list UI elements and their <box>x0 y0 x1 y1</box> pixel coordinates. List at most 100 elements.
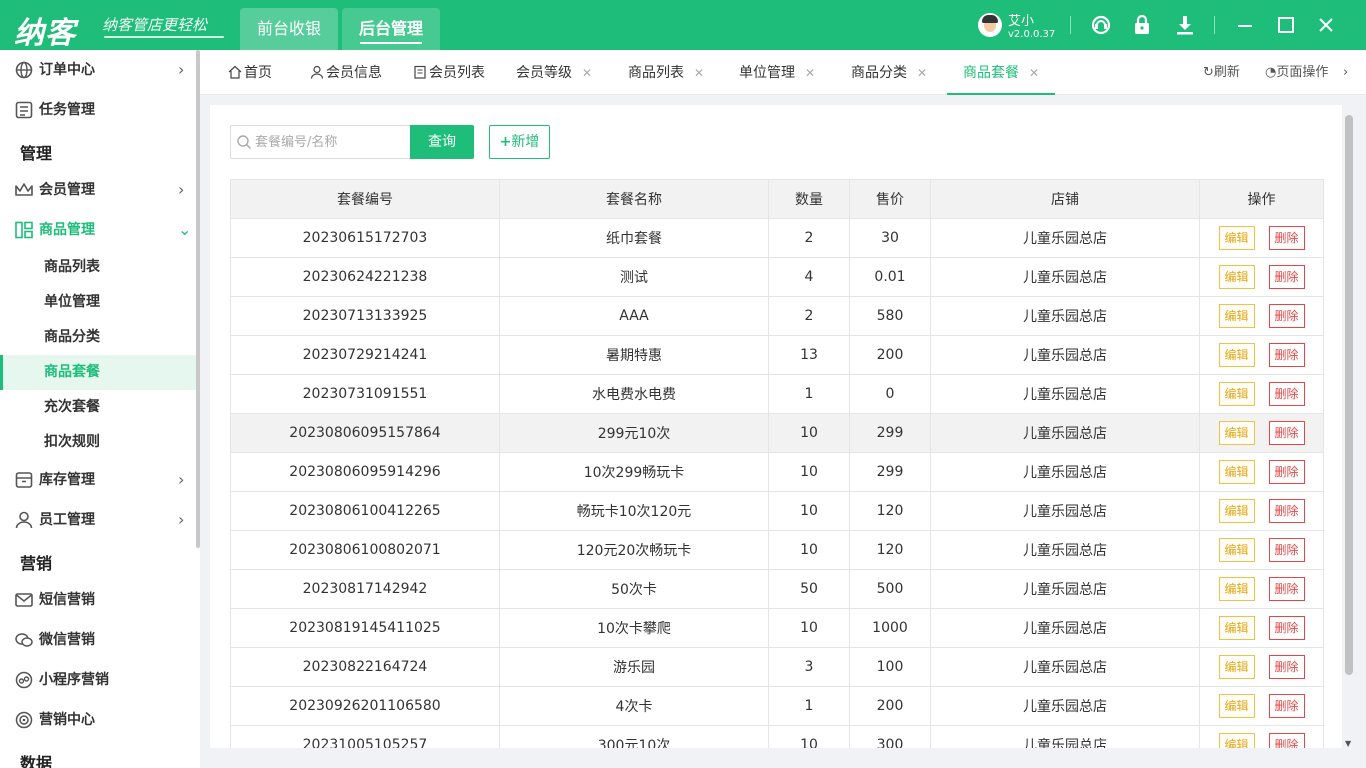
table-row[interactable]: 20230819145411025 10次卡攀爬 10 1000 儿童乐园总店 编辑 删除 <box>230 608 1324 648</box>
column-header[interactable]: 套餐名称 <box>499 179 769 219</box>
query-button[interactable]: 查询 <box>410 125 474 159</box>
delete-button[interactable]: 删除 <box>1268 538 1305 562</box>
scroll-down-icon[interactable]: ▼ <box>1345 739 1351 748</box>
store-cell: 儿童乐园总店 <box>930 413 1200 453</box>
tab-units[interactable]: 单位管理 ✕ <box>739 50 815 94</box>
delete-button[interactable]: 删除 <box>1268 577 1305 601</box>
edit-button[interactable]: 编辑 <box>1218 226 1255 250</box>
add-button[interactable]: +新增 <box>489 125 550 159</box>
edit-button[interactable]: 编辑 <box>1218 655 1255 679</box>
table-row[interactable]: 20230806100802071 120元20次畅玩卡 10 120 儿童乐园总店 编辑… <box>230 530 1324 570</box>
maximize-icon[interactable] <box>1275 14 1297 36</box>
column-header[interactable]: 套餐编号 <box>230 179 500 219</box>
sidebar-subitem-units[interactable]: 单位管理 <box>0 285 196 320</box>
tab-member-list[interactable]: 会员列表 <box>413 50 485 94</box>
sidebar-item-marketing-center[interactable]: 营销中心 <box>0 700 196 740</box>
sidebar-item-goods[interactable]: 商品管理 ⌄ <box>0 210 196 250</box>
table-row[interactable]: 20230817142942 50次卡 50 500 儿童乐园总店 编辑 删除 <box>230 569 1324 609</box>
sidebar-subitem-deduct-rules[interactable]: 扣次规则 <box>0 425 196 460</box>
home-icon <box>228 65 242 79</box>
scroll-tabs-right-icon[interactable]: › <box>1343 50 1348 94</box>
edit-button[interactable]: 编辑 <box>1218 460 1255 484</box>
sidebar-item-staff[interactable]: 员工管理 › <box>0 500 196 540</box>
delete-button[interactable]: 删除 <box>1268 304 1305 328</box>
sidebar-item-inventory[interactable]: 库存管理 › <box>0 460 196 500</box>
sidebar-item-wechat[interactable]: 微信营销 <box>0 620 196 660</box>
sidebar-subitem-packages[interactable]: 商品套餐 <box>0 355 196 390</box>
delete-button[interactable]: 删除 <box>1268 460 1305 484</box>
edit-button[interactable]: 编辑 <box>1218 304 1255 328</box>
sidebar-subitem-goods-list[interactable]: 商品列表 <box>0 250 196 285</box>
service-icon[interactable] <box>1090 14 1112 36</box>
delete-button[interactable]: 删除 <box>1268 382 1305 406</box>
tab-home[interactable]: 首页 <box>228 50 272 94</box>
table-row[interactable]: 20230806100412265 畅玩卡10次120元 10 120 儿童乐园总店 编辑… <box>230 491 1324 531</box>
search-input[interactable] <box>255 126 405 158</box>
page-ops-button[interactable]: ◔页面操作 <box>1265 50 1328 94</box>
tab-goods-list[interactable]: 商品列表 ✕ <box>628 50 704 94</box>
close-icon[interactable]: ✕ <box>694 66 704 80</box>
edit-button[interactable]: 编辑 <box>1218 616 1255 640</box>
sidebar-item-orders[interactable]: 订单中心 › <box>0 50 196 90</box>
edit-button[interactable]: 编辑 <box>1218 421 1255 445</box>
sidebar-item-members[interactable]: 会员管理 › <box>0 170 196 210</box>
table-row[interactable]: 20230624221238 测试 4 0.01 儿童乐园总店 编辑 删除 <box>230 257 1324 297</box>
delete-button[interactable]: 删除 <box>1268 499 1305 523</box>
table-row[interactable]: 20230729214241 暑期特惠 13 200 儿童乐园总店 编辑 删除 <box>230 335 1324 375</box>
table-row[interactable]: 20230926201106580 4次卡 1 200 儿童乐园总店 编辑 删除 <box>230 686 1324 726</box>
sidebar-item-miniapp[interactable]: 小程序营销 <box>0 660 196 700</box>
delete-button[interactable]: 删除 <box>1268 421 1305 445</box>
edit-button[interactable]: 编辑 <box>1218 694 1255 718</box>
sidebar-item-sms[interactable]: 短信营销 <box>0 580 196 620</box>
top-tab-backend[interactable]: 后台管理 <box>342 8 440 50</box>
top-bar: 纳客 纳客管店更轻松 前台收银 后台管理 艾小 v2.0.0.37 <box>0 0 1366 51</box>
tab-packages[interactable]: 商品套餐 ✕ <box>946 50 1056 95</box>
sidebar-subitem-categories[interactable]: 商品分类 <box>0 320 196 355</box>
close-icon[interactable]: ✕ <box>582 66 592 80</box>
table-row[interactable]: 20230806095157864 299元10次 10 299 儿童乐园总店 编辑 删除 <box>230 413 1324 453</box>
edit-button[interactable]: 编辑 <box>1218 382 1255 406</box>
column-header[interactable]: 数量 <box>768 179 850 219</box>
delete-button[interactable]: 删除 <box>1268 226 1305 250</box>
delete-button[interactable]: 删除 <box>1268 694 1305 718</box>
close-icon[interactable]: ✕ <box>917 66 927 80</box>
table-row[interactable]: 20230615172703 纸巾套餐 2 30 儿童乐园总店 编辑 删除 <box>230 218 1324 258</box>
edit-button[interactable]: 编辑 <box>1218 538 1255 562</box>
table-row[interactable]: 20230713133925 AAA 2 580 儿童乐园总店 编辑 删除 <box>230 296 1324 336</box>
user-name: 艾小 <box>1008 14 1035 29</box>
column-header[interactable]: 售价 <box>849 179 931 219</box>
sidebar-subitem-recharge-packages[interactable]: 充次套餐 <box>0 390 196 425</box>
tab-member-levels[interactable]: 会员等级 ✕ <box>516 50 592 94</box>
delete-button[interactable]: 删除 <box>1268 265 1305 289</box>
edit-button[interactable]: 编辑 <box>1218 343 1255 367</box>
download-icon[interactable] <box>1174 14 1196 36</box>
delete-button[interactable]: 删除 <box>1268 616 1305 640</box>
minimize-icon[interactable] <box>1234 14 1256 36</box>
delete-button[interactable]: 删除 <box>1268 733 1305 748</box>
tab-member-info[interactable]: 会员信息 <box>310 50 382 94</box>
lock-icon[interactable] <box>1131 14 1153 36</box>
column-header[interactable]: 店铺 <box>930 179 1200 219</box>
delete-button[interactable]: 删除 <box>1268 343 1305 367</box>
scrollbar-thumb[interactable] <box>1345 115 1353 675</box>
tab-categories[interactable]: 商品分类 ✕ <box>851 50 927 94</box>
refresh-button[interactable]: ↻刷新 <box>1203 50 1240 94</box>
edit-button[interactable]: 编辑 <box>1218 265 1255 289</box>
table-row[interactable]: 20231005105257 300元10次 10 300 儿童乐园总店 编辑 删除 <box>230 725 1324 748</box>
close-icon[interactable]: ✕ <box>1029 66 1039 80</box>
delete-button[interactable]: 删除 <box>1268 655 1305 679</box>
edit-button[interactable]: 编辑 <box>1218 733 1255 748</box>
close-icon[interactable] <box>1315 14 1337 36</box>
edit-button[interactable]: 编辑 <box>1218 577 1255 601</box>
table-row[interactable]: 20230731091551 水电费水电费 1 0 儿童乐园总店 编辑 删除 <box>230 374 1324 414</box>
edit-button[interactable]: 编辑 <box>1218 499 1255 523</box>
actions-cell: 编辑 删除 <box>1199 374 1324 414</box>
table-row[interactable]: 20230806095914296 10次299畅玩卡 10 299 儿童乐园总店 编辑删… <box>230 452 1324 492</box>
close-icon[interactable]: ✕ <box>805 66 815 80</box>
sidebar-item-tasks[interactable]: 任务管理 <box>0 90 196 130</box>
sidebar-scrollbar[interactable] <box>196 50 200 548</box>
table-row[interactable]: 20230822164724 游乐园 3 100 儿童乐园总店 编辑 删除 <box>230 647 1324 687</box>
task-icon <box>15 101 33 119</box>
top-tab-cashier[interactable]: 前台收银 <box>240 8 338 50</box>
content-scrollbar[interactable]: ▼ <box>1342 105 1356 748</box>
